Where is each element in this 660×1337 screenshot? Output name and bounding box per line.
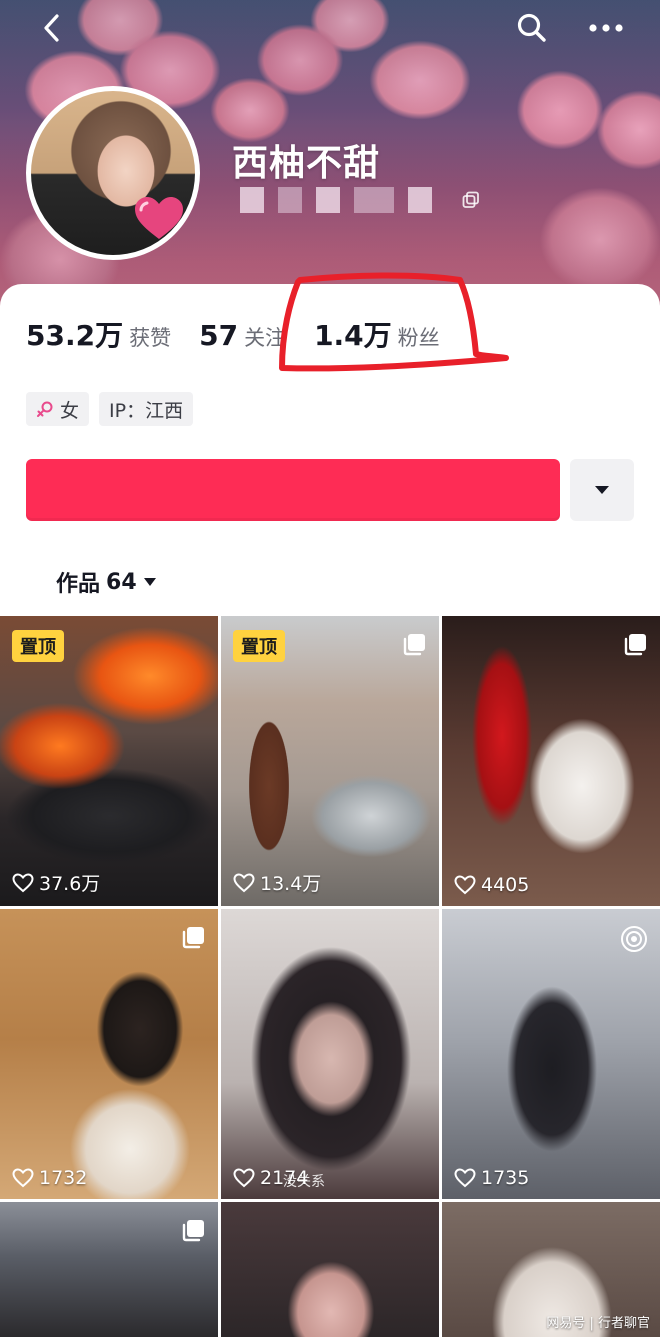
more-actions-dropdown[interactable] [570,459,634,521]
heart-icon [12,1168,34,1188]
multi-image-icon [624,634,646,656]
heart-icon [454,1168,476,1188]
like-count: 13.4万 [233,869,321,896]
video-tile[interactable]: 置顶 37.6万 [0,616,218,906]
back-button[interactable] [32,8,72,48]
following-count: 57 [199,319,239,352]
more-button[interactable] [586,8,626,48]
ip-label: IP：江西 [109,399,184,422]
like-count-text: 4405 [481,874,530,896]
caret-down-icon [595,486,609,494]
live-icon [621,926,647,952]
user-id-row [240,186,480,214]
caret-down-icon [143,578,156,586]
like-count: 1732 [12,1167,87,1189]
fans-stat[interactable]: 1.4万 粉丝 [314,314,440,354]
video-tile[interactable] [221,1202,439,1337]
video-tile[interactable] [0,1202,218,1337]
copy-icon[interactable] [462,191,480,209]
gender-label: 女 [60,399,80,422]
search-button[interactable] [512,8,552,48]
like-count: 37.6万 [12,869,100,896]
heart-icon [233,1168,255,1188]
likes-stat[interactable]: 53.2万 获赞 [26,314,171,354]
female-icon [37,401,53,417]
more-icon [589,24,623,32]
works-label: 作品 [56,572,101,597]
multi-image-icon [182,927,204,949]
video-tile[interactable]: 1735 [442,909,660,1199]
id-redaction [278,187,302,213]
follow-button[interactable] [26,459,560,521]
avatar[interactable] [26,86,200,260]
video-tile[interactable]: 1732 [0,909,218,1199]
id-redaction [408,187,432,213]
heart-decoration [135,197,183,239]
likes-label: 获赞 [129,326,172,350]
id-redaction [354,187,394,213]
video-caption: 没关系 [283,1174,325,1190]
likes-count: 53.2万 [26,319,124,352]
tags-row: 女 IP：江西 [26,392,194,426]
nickname: 西柚不甜 [232,143,381,184]
multi-image-icon [403,634,425,656]
like-count: 1735 [454,1167,529,1189]
video-tile[interactable]: 置顶 13.4万 [221,616,439,906]
following-label: 关注 [244,326,287,350]
id-redaction [316,187,340,213]
video-tile[interactable]: 4405 [442,616,660,906]
like-count: 4405 [454,874,529,896]
like-count-text: 37.6万 [39,873,101,895]
id-redaction [240,187,264,213]
back-icon [44,14,59,42]
tab-works[interactable]: 作品 64 [56,566,157,598]
fans-label: 粉丝 [397,326,440,350]
works-count: 64 [106,569,137,595]
like-count-text: 1732 [39,1167,88,1189]
watermark: 网易号 | 行者聊官 [546,1316,650,1331]
works-grid: 置顶 37.6万 置顶 13.4万 4405 1732 2174 没关系 173… [0,616,660,1337]
like-count-text: 13.4万 [260,873,322,895]
pinned-badge: 置顶 [233,630,285,662]
pinned-badge: 置顶 [12,630,64,662]
ip-tag: IP：江西 [99,392,194,426]
video-tile[interactable]: 2174 没关系 [221,909,439,1199]
heart-icon [454,875,476,895]
heart-icon [233,872,255,892]
like-count-text: 1735 [481,1167,530,1189]
stats-row: 53.2万 获赞 57 关注 1.4万 粉丝 [26,314,468,354]
gender-tag: 女 [26,392,90,426]
search-icon [517,13,546,42]
multi-image-icon [182,1220,204,1242]
following-stat[interactable]: 57 关注 [199,319,286,352]
fans-count: 1.4万 [314,319,392,352]
heart-icon [12,872,34,892]
profile-card: 53.2万 获赞 57 关注 1.4万 粉丝 女 IP：江西 作品 64 [0,272,660,624]
profile-banner: 西柚不甜 [0,0,660,310]
